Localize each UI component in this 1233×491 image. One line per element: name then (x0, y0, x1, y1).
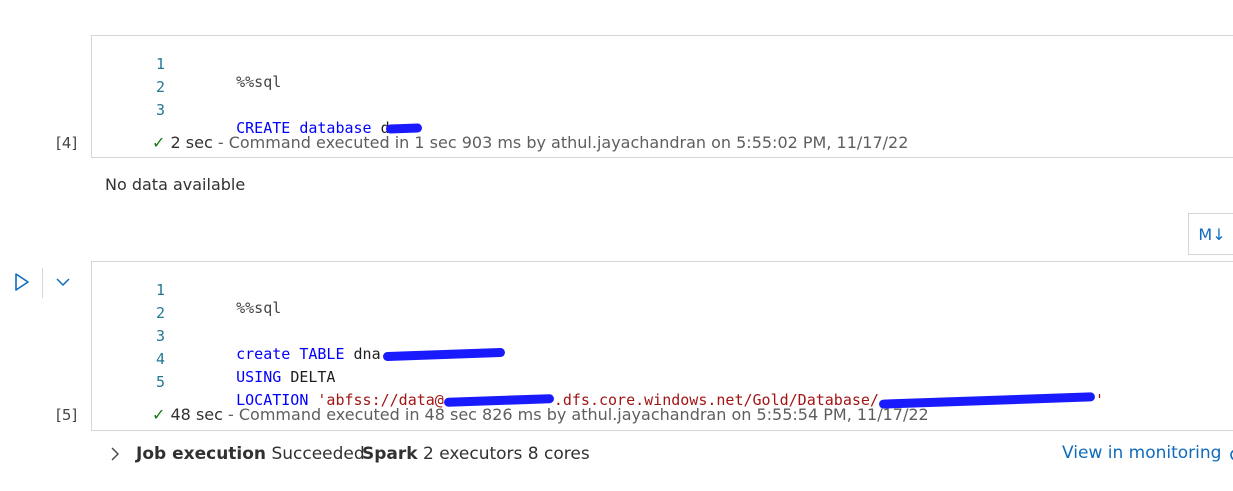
line-number: 3 (155, 101, 165, 119)
view-in-monitoring-link[interactable]: View in monitoring (1062, 443, 1221, 463)
chevron-right-icon[interactable] (108, 445, 122, 463)
add-markdown-button[interactable]: M↓ (1188, 213, 1233, 255)
redaction-mark (382, 347, 505, 362)
toolbar-divider (42, 268, 43, 298)
execution-details: - Command executed in 48 sec 826 ms by a… (228, 405, 929, 424)
line-number: 3 (155, 327, 165, 345)
code-cell-5[interactable]: 1 %%sql 2 3 create TABLE dna 4 USING DEL… (91, 261, 1233, 431)
truncated-link-icon[interactable] (1228, 447, 1233, 463)
job-execution-label: Job execution (136, 444, 267, 464)
magic-command: %%sql (236, 73, 282, 91)
job-execution-summary: Job execution Succeeded (136, 444, 365, 464)
run-triangle-icon[interactable] (13, 272, 31, 292)
execution-count: [4] (56, 134, 78, 152)
line-number: 1 (155, 55, 165, 73)
line-number: 4 (155, 350, 165, 368)
spark-resources: 2 executors 8 cores (422, 444, 590, 464)
line-number: 5 (155, 373, 165, 391)
spark-label: Spark (362, 444, 418, 464)
spark-summary: Spark 2 executors 8 cores (362, 444, 590, 464)
line-number: 1 (155, 281, 165, 299)
success-check-icon: ✓ (152, 405, 166, 424)
execution-duration: 48 sec (170, 405, 223, 424)
job-execution-status: Succeeded (271, 444, 365, 464)
execution-status: ✓ 2 sec - Command executed in 1 sec 903 … (152, 133, 908, 152)
success-check-icon: ✓ (152, 133, 166, 152)
magic-command: %%sql (236, 299, 282, 317)
code-cell-4[interactable]: 1 %%sql 2 3 CREATE database d ✓ 2 sec - … (91, 35, 1233, 158)
string-literal: ' (1094, 391, 1104, 409)
execution-status: ✓ 48 sec - Command executed in 48 sec 82… (152, 405, 929, 424)
execution-count: [5] (56, 406, 78, 424)
line-number: 2 (155, 78, 165, 96)
chevron-down-icon[interactable] (54, 274, 72, 288)
execution-details: - Command executed in 1 sec 903 ms by at… (217, 133, 909, 152)
cell-output: No data available (105, 175, 246, 194)
line-number: 2 (155, 304, 165, 322)
execution-duration: 2 sec (170, 133, 213, 152)
code-text: dna (353, 345, 381, 363)
